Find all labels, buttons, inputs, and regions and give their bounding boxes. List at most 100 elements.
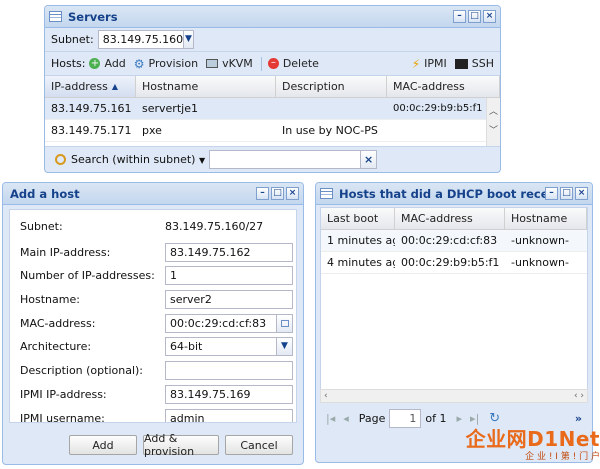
- cell-description: In use by NOC-PS: [282, 124, 378, 137]
- horizontal-scrollbar[interactable]: ‹ ‹ ›: [320, 389, 588, 403]
- main-ip-field[interactable]: 83.149.75.162: [165, 243, 293, 262]
- watermark-brand: 企业网D1Net: [465, 427, 600, 451]
- scroll-down-icon[interactable]: ﹀: [487, 123, 500, 136]
- cell-mac: 00:0c:29:b9:b5:f1: [401, 256, 500, 269]
- ipmi-button[interactable]: ⚡ IPMI: [412, 57, 447, 71]
- col-mac[interactable]: MAC-address: [387, 76, 500, 97]
- add-icon: +: [89, 58, 101, 69]
- col-description[interactable]: Description: [276, 76, 387, 97]
- search-icon[interactable]: [55, 154, 66, 165]
- refresh-icon[interactable]: ↻: [489, 411, 500, 426]
- vkvm-button[interactable]: vKVM: [206, 57, 253, 70]
- add-host-titlebar[interactable]: Add a host – □ ×: [3, 183, 303, 205]
- chevron-down-icon[interactable]: ▼: [183, 31, 193, 48]
- add-host-button[interactable]: Add: [69, 435, 137, 455]
- col-ip[interactable]: IP-address ▲: [45, 76, 136, 97]
- lightning-icon: ⚡: [411, 56, 421, 71]
- scroll-up-icon[interactable]: ︿: [487, 104, 500, 117]
- form-row-num-ip: Number of IP-addresses: 1: [20, 266, 293, 285]
- cancel-button[interactable]: Cancel: [225, 435, 293, 455]
- terminal-icon: [454, 58, 468, 69]
- close-icon[interactable]: ×: [483, 10, 496, 23]
- hostname-field[interactable]: server2: [165, 290, 293, 309]
- ssh-button[interactable]: SSH: [454, 57, 494, 70]
- close-icon[interactable]: ×: [286, 187, 299, 200]
- maximize-icon[interactable]: □: [271, 187, 284, 200]
- table-row[interactable]: 83.149.75.171 pxe In use by NOC-PS: [45, 120, 500, 142]
- minimize-icon[interactable]: –: [256, 187, 269, 200]
- add-host-title: Add a host: [10, 186, 80, 201]
- form-row-arch: Architecture: 64-bit ▼: [20, 337, 293, 356]
- provision-button[interactable]: ⚙ Provision: [134, 57, 198, 71]
- delete-button[interactable]: – Delete: [267, 57, 319, 70]
- table-row[interactable]: 1 minutes ago 00:0c:29:cd:cf:83 -unknown…: [321, 230, 587, 252]
- page-of-label: of 1: [425, 411, 447, 425]
- col-last-boot[interactable]: Last boot: [321, 208, 395, 229]
- vertical-scrollbar[interactable]: ︿ ﹀: [486, 98, 500, 146]
- search-input[interactable]: ×: [209, 150, 378, 169]
- close-icon[interactable]: ×: [575, 187, 588, 200]
- scroll-left-icon[interactable]: ‹: [324, 391, 328, 401]
- cell-last-boot: 1 minutes ago: [327, 234, 395, 247]
- dhcp-grid: Last boot MAC-address Hostname 1 minutes…: [320, 207, 588, 397]
- cell-mac: 00:0c:29:b9:b5:f1: [393, 103, 483, 114]
- delete-icon: –: [267, 58, 279, 69]
- maximize-icon[interactable]: □: [560, 187, 573, 200]
- arch-select[interactable]: 64-bit ▼: [165, 337, 293, 356]
- col-hostname[interactable]: Hostname: [136, 76, 276, 97]
- hosts-toolbar: Hosts: + Add ⚙ Provision vKVM – Delete ⚡ IPM…: [45, 52, 500, 76]
- page-number-input[interactable]: 1: [389, 408, 422, 428]
- search-mode-menu[interactable]: Search (within subnet) ▼: [71, 153, 205, 166]
- grid-icon: [320, 188, 333, 199]
- first-page-icon[interactable]: |◂: [326, 412, 335, 425]
- servers-grid: IP-address ▲ Hostname Description MAC-add…: [45, 76, 500, 146]
- ipmi-user-field[interactable]: admin: [165, 409, 293, 422]
- cell-mac: 00:0c:29:cd:cf:83: [401, 234, 498, 247]
- page-label: Page: [358, 411, 386, 425]
- add-provision-button[interactable]: Add & provision: [143, 432, 219, 458]
- prev-page-icon[interactable]: ◂: [343, 412, 349, 425]
- toolbar-separator: [260, 56, 262, 71]
- form-row-hostname: Hostname: server2: [20, 290, 293, 309]
- col-mac[interactable]: MAC-address: [395, 208, 505, 229]
- mac-picker-icon[interactable]: [276, 315, 292, 332]
- ipmi-ip-field[interactable]: 83.149.75.169: [165, 385, 293, 404]
- form-row-desc: Description (optional):: [20, 361, 293, 380]
- num-ip-field[interactable]: 1: [165, 266, 293, 285]
- cell-ip: 83.149.75.161: [51, 102, 132, 115]
- cell-hostname: servertje1: [142, 102, 198, 115]
- cell-hostname: pxe: [142, 124, 162, 137]
- dhcp-window: Hosts that did a DHCP boot recently – □ …: [315, 182, 593, 463]
- col-hostname[interactable]: Hostname: [505, 208, 587, 229]
- subnet-label: Subnet:: [51, 33, 94, 46]
- servers-titlebar[interactable]: Servers – □ ×: [45, 6, 500, 28]
- cell-hostname: -unknown-: [511, 256, 569, 269]
- minimize-icon[interactable]: –: [545, 187, 558, 200]
- description-field[interactable]: [165, 361, 293, 380]
- subnet-toolbar: Subnet: 83.149.75.160 ▼: [45, 28, 500, 52]
- dhcp-grid-header: Last boot MAC-address Hostname: [321, 208, 587, 230]
- cell-ip: 83.149.75.171: [51, 124, 132, 137]
- add-host-form: Subnet: 83.149.75.160/27 Main IP-address…: [9, 209, 297, 423]
- table-row[interactable]: 83.149.75.161 servertje1 00:0c:29:b9:b5:…: [45, 98, 500, 120]
- add-button[interactable]: + Add: [89, 57, 126, 70]
- chevron-down-icon[interactable]: ▼: [276, 338, 292, 355]
- subnet-value: 83.149.75.160: [102, 33, 184, 46]
- next-page-icon[interactable]: ▸: [457, 412, 463, 425]
- dhcp-titlebar[interactable]: Hosts that did a DHCP boot recently – □ …: [316, 183, 592, 205]
- mac-field[interactable]: 00:0c:29:cd:cf:83: [165, 314, 293, 333]
- add-host-window: Add a host – □ × Subnet: 83.149.75.160/2…: [2, 182, 304, 465]
- maximize-icon[interactable]: □: [468, 10, 481, 23]
- hosts-label: Hosts:: [51, 57, 86, 70]
- form-row-mac: MAC-address: 00:0c:29:cd:cf:83: [20, 314, 293, 333]
- minimize-icon[interactable]: –: [453, 10, 466, 23]
- last-page-icon[interactable]: ▸|: [470, 412, 479, 425]
- more-icon[interactable]: »: [575, 412, 582, 425]
- servers-title: Servers: [68, 9, 118, 24]
- clear-search-icon[interactable]: ×: [360, 151, 377, 168]
- sort-asc-icon: ▲: [111, 82, 118, 91]
- table-row[interactable]: 4 minutes ago 00:0c:29:b9:b5:f1 -unknown…: [321, 252, 587, 274]
- subnet-select[interactable]: 83.149.75.160 ▼: [97, 30, 194, 49]
- scroll-right-icon[interactable]: ‹ ›: [574, 391, 584, 401]
- grid-icon: [49, 11, 62, 22]
